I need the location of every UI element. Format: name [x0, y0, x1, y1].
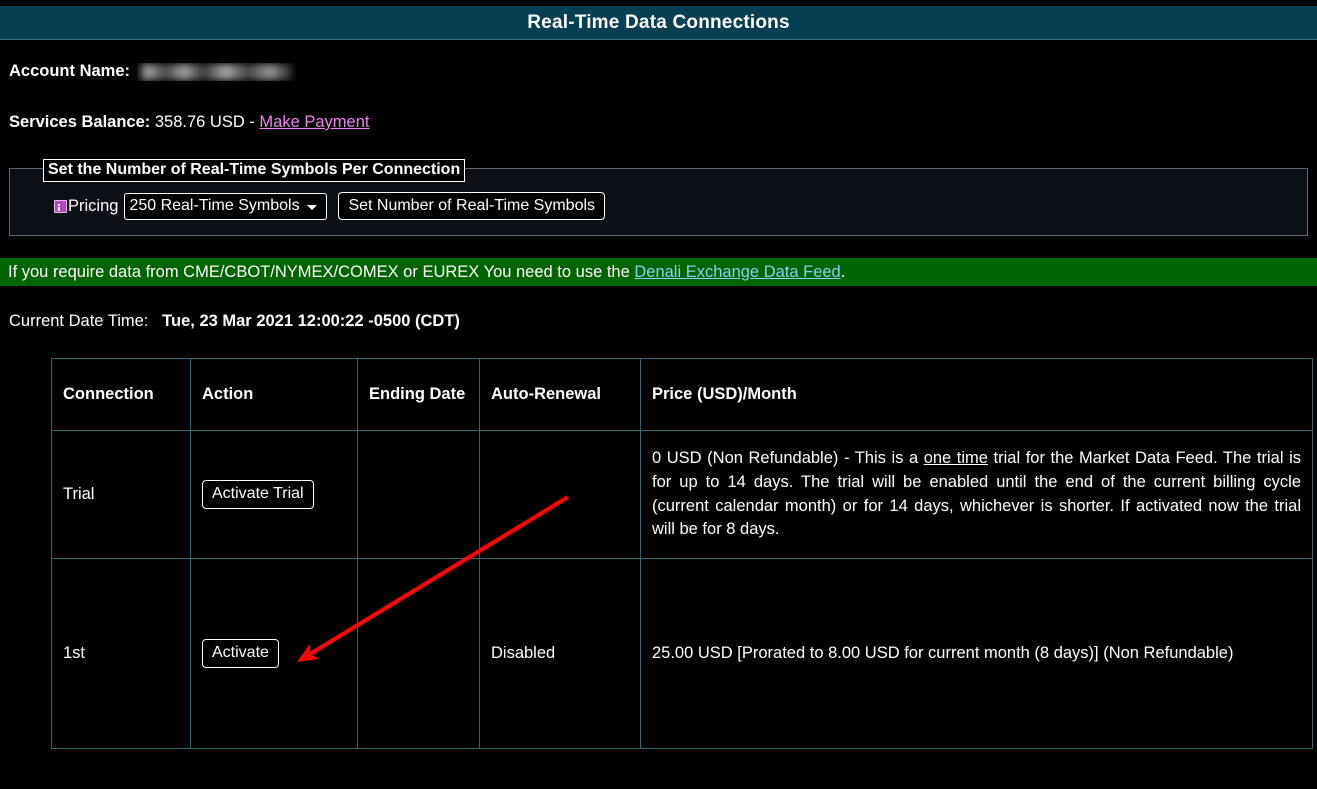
column-header-connection: Connection — [51, 358, 191, 431]
cell-ending-date-first — [357, 558, 480, 749]
price-text-underlined: one time — [923, 449, 988, 468]
pricing-controls-row: Pricing 250 Real-Time Symbols Set Number… — [54, 192, 606, 221]
info-icon[interactable] — [54, 199, 67, 213]
pricing-panel-legend: Set the Number of Real-Time Symbols Per … — [43, 159, 466, 183]
notice-text-after: . — [840, 262, 846, 281]
table-header-row: Connection Action Ending Date Auto-Renew… — [51, 358, 1313, 431]
account-name-row: Account Name: — [9, 62, 297, 81]
realtime-symbols-select[interactable]: 250 Real-Time Symbols — [124, 192, 328, 220]
services-balance-value: 358.76 USD - — [154, 113, 255, 131]
services-balance-row: Services Balance: 358.76 USD - Make Paym… — [9, 113, 369, 132]
cell-connection-first: 1st — [51, 558, 191, 749]
column-header-auto-renewal: Auto-Renewal — [479, 358, 641, 431]
current-datetime-label: Current Date Time: — [9, 312, 149, 330]
table-row: Trial Activate Trial 0 USD (Non Refundab… — [51, 430, 1313, 559]
connections-table: Connection Action Ending Date Auto-Renew… — [51, 358, 1313, 749]
set-number-of-symbols-button[interactable]: Set Number of Real-Time Symbols — [338, 192, 606, 221]
table-row: 1st Activate Disabled 25.00 USD [Prorate… — [51, 558, 1313, 749]
price-text-part1: 0 USD (Non Refundable) - This is a — [652, 449, 924, 468]
cell-auto-renewal-first: Disabled — [479, 558, 641, 749]
column-header-action: Action — [190, 358, 358, 431]
price-text-part1: 25.00 USD [Prorated to 8.00 USD for curr… — [652, 643, 1234, 662]
cell-action-first: Activate — [190, 558, 358, 749]
services-balance-label: Services Balance: — [9, 113, 151, 131]
denali-exchange-data-feed-link[interactable]: Denali Exchange Data Feed — [634, 263, 840, 282]
column-header-ending-date: Ending Date — [357, 358, 480, 431]
cell-auto-renewal-trial — [479, 430, 641, 559]
cell-price-trial: 0 USD (Non Refundable) - This is a one t… — [640, 430, 1313, 559]
cell-ending-date-trial — [357, 430, 480, 559]
exchange-data-notice: If you require data from CME/CBOT/NYMEX/… — [0, 258, 1317, 286]
cell-connection-trial: Trial — [51, 430, 191, 559]
window-title-bar: Real-Time Data Connections — [0, 6, 1317, 40]
cell-action-trial: Activate Trial — [190, 430, 358, 559]
current-datetime-value: Tue, 23 Mar 2021 12:00:22 -0500 (CDT) — [162, 312, 460, 330]
account-name-label: Account Name: — [9, 62, 131, 80]
activate-trial-button[interactable]: Activate Trial — [202, 480, 314, 509]
pricing-label: Pricing — [68, 196, 119, 215]
cell-price-first: 25.00 USD [Prorated to 8.00 USD for curr… — [640, 558, 1313, 749]
make-payment-link[interactable]: Make Payment — [259, 113, 369, 131]
notice-text-before: If you require data from CME/CBOT/NYMEX/… — [8, 262, 630, 281]
page-title: Real-Time Data Connections — [527, 11, 790, 33]
account-name-value-redacted — [137, 63, 297, 81]
current-datetime-row: Current Date Time: Tue, 23 Mar 2021 12:0… — [9, 312, 460, 331]
activate-button[interactable]: Activate — [202, 639, 279, 668]
column-header-price: Price (USD)/Month — [640, 358, 1313, 431]
